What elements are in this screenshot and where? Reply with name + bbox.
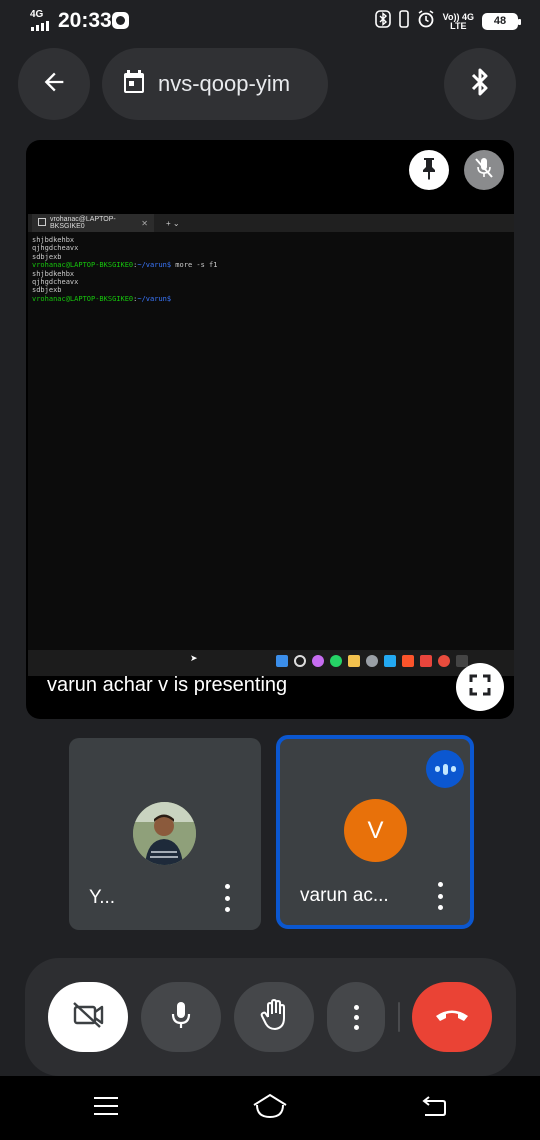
tab-close-icon: ✕ bbox=[141, 218, 148, 228]
recent-apps-button[interactable] bbox=[86, 1094, 126, 1122]
terminal-line: qjhgdcheavx bbox=[32, 244, 79, 253]
terminal-line: sdbjexb bbox=[32, 252, 62, 261]
mic-toggle-button[interactable] bbox=[141, 982, 221, 1052]
terminal-tab: vrohanac@LAPTOP-BKSGIKE0 ✕ bbox=[32, 214, 154, 232]
hand-icon bbox=[260, 998, 288, 1036]
status-bar: 4G 20:33 Vo)) 4G LTE 48 bbox=[0, 0, 540, 44]
mic-icon bbox=[170, 1000, 192, 1035]
participant-tile[interactable]: Y... bbox=[69, 738, 261, 930]
terminal-line: sdbjexb bbox=[32, 286, 62, 295]
bluetooth-status-icon bbox=[374, 10, 391, 33]
audio-output-button[interactable] bbox=[444, 48, 516, 120]
lte-label: LTE bbox=[450, 20, 467, 31]
avatar bbox=[133, 802, 196, 865]
settings-icon bbox=[366, 655, 378, 667]
camera-toggle-button[interactable] bbox=[48, 982, 128, 1052]
app-icon bbox=[420, 655, 432, 667]
terminal-line: vrohanac@LAPTOP-BKSGIKE0:~/varun$ bbox=[32, 294, 172, 303]
calendar-icon bbox=[122, 69, 146, 100]
terminal-tab-bar: vrohanac@LAPTOP-BKSGIKE0 ✕ + ⌄ bbox=[28, 214, 514, 232]
whatsapp-icon bbox=[330, 655, 342, 667]
bluetooth-icon bbox=[469, 67, 491, 102]
mic-off-icon bbox=[473, 156, 495, 185]
back-button[interactable] bbox=[18, 48, 90, 120]
fullscreen-icon bbox=[469, 674, 491, 701]
pin-button[interactable] bbox=[409, 150, 449, 190]
raise-hand-button[interactable] bbox=[234, 982, 314, 1052]
avatar: V bbox=[344, 799, 407, 862]
terminal-line: qjhgdcheavx bbox=[32, 278, 79, 287]
muted-indicator bbox=[464, 150, 504, 190]
taskbar-icons bbox=[276, 655, 468, 667]
new-tab-icon: + ⌄ bbox=[166, 218, 180, 228]
home-icon bbox=[252, 1093, 288, 1124]
more-vert-icon bbox=[353, 1004, 359, 1010]
vibrate-icon bbox=[398, 10, 409, 33]
terminal-line: vrohanac@LAPTOP-BKSGIKE0:~/varun$ more -… bbox=[32, 261, 218, 270]
clock: 20:33 bbox=[58, 9, 112, 32]
presenting-label: varun achar v is presenting bbox=[47, 674, 288, 696]
taskbar-search-icon bbox=[294, 655, 306, 667]
terminal-icon bbox=[38, 218, 46, 228]
terminal-tab-title: vrohanac@LAPTOP-BKSGIKE0 bbox=[50, 216, 116, 230]
arrow-back-icon bbox=[40, 68, 68, 101]
call-controls bbox=[25, 958, 516, 1076]
camera-off-icon bbox=[71, 1001, 105, 1034]
terminal-line: shjbdkehbx bbox=[32, 236, 75, 244]
presentation-view[interactable]: vrohanac@LAPTOP-BKSGIKE0 ✕ + ⌄ shjbdkehb… bbox=[26, 140, 514, 719]
speaking-indicator-icon bbox=[426, 750, 464, 788]
end-call-button[interactable] bbox=[412, 982, 492, 1052]
participant-name: varun ac... bbox=[300, 885, 389, 906]
mouse-cursor-icon: ➤ bbox=[190, 653, 198, 663]
back-nav-button[interactable] bbox=[414, 1094, 454, 1122]
terminal-line: shjbdkehbx bbox=[32, 269, 75, 278]
fullscreen-button[interactable] bbox=[456, 663, 504, 711]
call-end-icon bbox=[434, 1007, 470, 1028]
windows-start-icon bbox=[276, 655, 288, 667]
status-icons: Vo)) 4G LTE 48 bbox=[374, 10, 521, 33]
home-button[interactable] bbox=[250, 1093, 290, 1124]
terminal-taskbar-icon bbox=[456, 655, 468, 667]
vscode-icon bbox=[384, 655, 396, 667]
copilot-icon bbox=[312, 655, 324, 667]
terminal-output: shjbdkehbx qjhgdcheavx sdbjexb vrohanac@LAP… bbox=[28, 232, 514, 307]
more-options-button[interactable] bbox=[327, 982, 385, 1052]
pin-icon bbox=[419, 156, 439, 185]
network-type: 4G bbox=[30, 9, 44, 20]
file-explorer-icon bbox=[348, 655, 360, 667]
shared-screen: vrohanac@LAPTOP-BKSGIKE0 ✕ + ⌄ shjbdkehb… bbox=[28, 214, 514, 654]
participant-tile-active-speaker[interactable]: V varun ac... bbox=[276, 735, 474, 929]
signal-icon bbox=[31, 21, 49, 31]
participant-more-button[interactable] bbox=[432, 882, 448, 910]
windows-taskbar bbox=[28, 650, 514, 676]
system-nav-bar bbox=[0, 1076, 540, 1140]
chrome-icon bbox=[438, 655, 450, 667]
battery-level: 48 bbox=[493, 15, 507, 27]
meeting-code: nvs-qoop-yim bbox=[158, 71, 291, 96]
menu-icon bbox=[93, 1096, 119, 1121]
alarm-icon bbox=[417, 10, 435, 33]
controls-divider bbox=[398, 1002, 400, 1032]
volte-indicator: Vo)) 4G LTE bbox=[443, 12, 474, 31]
meeting-info-button[interactable]: nvs-qoop-yim bbox=[102, 48, 328, 120]
battery-icon: 48 bbox=[482, 13, 521, 30]
participant-name: Y... bbox=[89, 887, 116, 908]
notification-icon bbox=[112, 12, 129, 29]
participant-more-button[interactable] bbox=[219, 884, 235, 912]
brave-icon bbox=[402, 655, 414, 667]
back-nav-icon bbox=[421, 1095, 447, 1122]
